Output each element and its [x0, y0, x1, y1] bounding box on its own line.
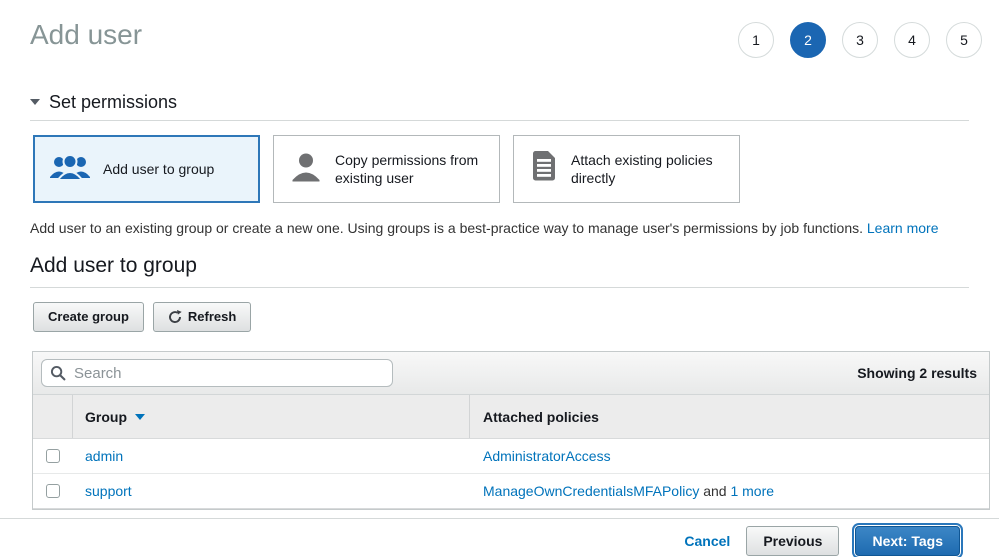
step-4[interactable]: 4: [894, 22, 930, 58]
refresh-icon: [168, 310, 182, 324]
refresh-button[interactable]: Refresh: [153, 302, 251, 332]
table-row: admin AdministratorAccess: [33, 439, 989, 474]
column-label-policies: Attached policies: [483, 409, 599, 425]
create-group-button[interactable]: Create group: [33, 302, 144, 332]
search-input[interactable]: [72, 364, 384, 383]
column-header-attached-policies: Attached policies: [470, 395, 989, 438]
search-icon: [50, 365, 66, 381]
header-checkbox-cell: [33, 395, 73, 438]
group-section-title: Add user to group: [30, 253, 969, 288]
table-body: admin AdministratorAccess support ManageOwn…: [33, 439, 989, 509]
card-add-user-to-group[interactable]: Add user to group: [33, 135, 260, 203]
step-1[interactable]: 1: [738, 22, 774, 58]
group-icon: [50, 153, 90, 186]
add-user-wizard-page: Add user 12345 Set permissions: [0, 0, 999, 557]
step-3[interactable]: 3: [842, 22, 878, 58]
card-label: Add user to group: [103, 160, 214, 178]
refresh-label: Refresh: [188, 310, 236, 324]
policy-link[interactable]: AdministratorAccess: [483, 448, 611, 464]
section-title: Set permissions: [49, 92, 177, 112]
learn-more-link[interactable]: Learn more: [867, 220, 939, 236]
group-link[interactable]: support: [85, 483, 132, 499]
permission-option-cards: Add user to group Copy permissions from …: [33, 135, 969, 203]
section-description: Add user to an existing group or create …: [30, 219, 969, 237]
previous-button[interactable]: Previous: [746, 526, 839, 556]
wizard-footer: Cancel Previous Next: Tags: [0, 518, 999, 557]
group-actions: Create group Refresh: [33, 302, 969, 332]
set-permissions-section-header[interactable]: Set permissions: [30, 92, 969, 121]
card-copy-permissions[interactable]: Copy permissions from existing user: [273, 135, 500, 203]
table-row: support ManageOwnCredentialsMFAPolicy and…: [33, 474, 989, 509]
card-label: Attach existing policies directly: [571, 151, 727, 187]
description-text: Add user to an existing group or create …: [30, 220, 867, 236]
page-title: Add user: [30, 18, 142, 51]
collapse-caret-icon: [30, 99, 40, 105]
group-link[interactable]: admin: [85, 448, 123, 464]
document-icon: [530, 150, 558, 188]
card-label: Copy permissions from existing user: [335, 151, 487, 187]
policy-link[interactable]: ManageOwnCredentialsMFAPolicy: [483, 483, 699, 499]
sort-caret-icon: [135, 414, 145, 420]
row-checkbox[interactable]: [46, 449, 60, 463]
row-checkbox[interactable]: [46, 484, 60, 498]
search-box[interactable]: [41, 359, 393, 387]
table-toolbar: Showing 2 results: [33, 352, 989, 395]
policy-link[interactable]: 1 more: [730, 483, 774, 499]
page-header: Add user 12345: [0, 0, 999, 58]
step-2[interactable]: 2: [790, 22, 826, 58]
column-label-group: Group: [85, 409, 127, 425]
step-5[interactable]: 5: [946, 22, 982, 58]
groups-table: Showing 2 results Group Attached policie…: [32, 351, 990, 510]
cancel-button[interactable]: Cancel: [684, 533, 730, 549]
policy-text: and: [699, 483, 730, 499]
table-header-row: Group Attached policies: [33, 395, 989, 439]
next-tags-button[interactable]: Next: Tags: [855, 526, 960, 556]
user-icon: [290, 151, 322, 188]
step-indicator: 12345: [738, 22, 982, 58]
card-attach-policies[interactable]: Attach existing policies directly: [513, 135, 740, 203]
results-count: Showing 2 results: [857, 365, 977, 381]
column-header-group[interactable]: Group: [73, 395, 470, 438]
